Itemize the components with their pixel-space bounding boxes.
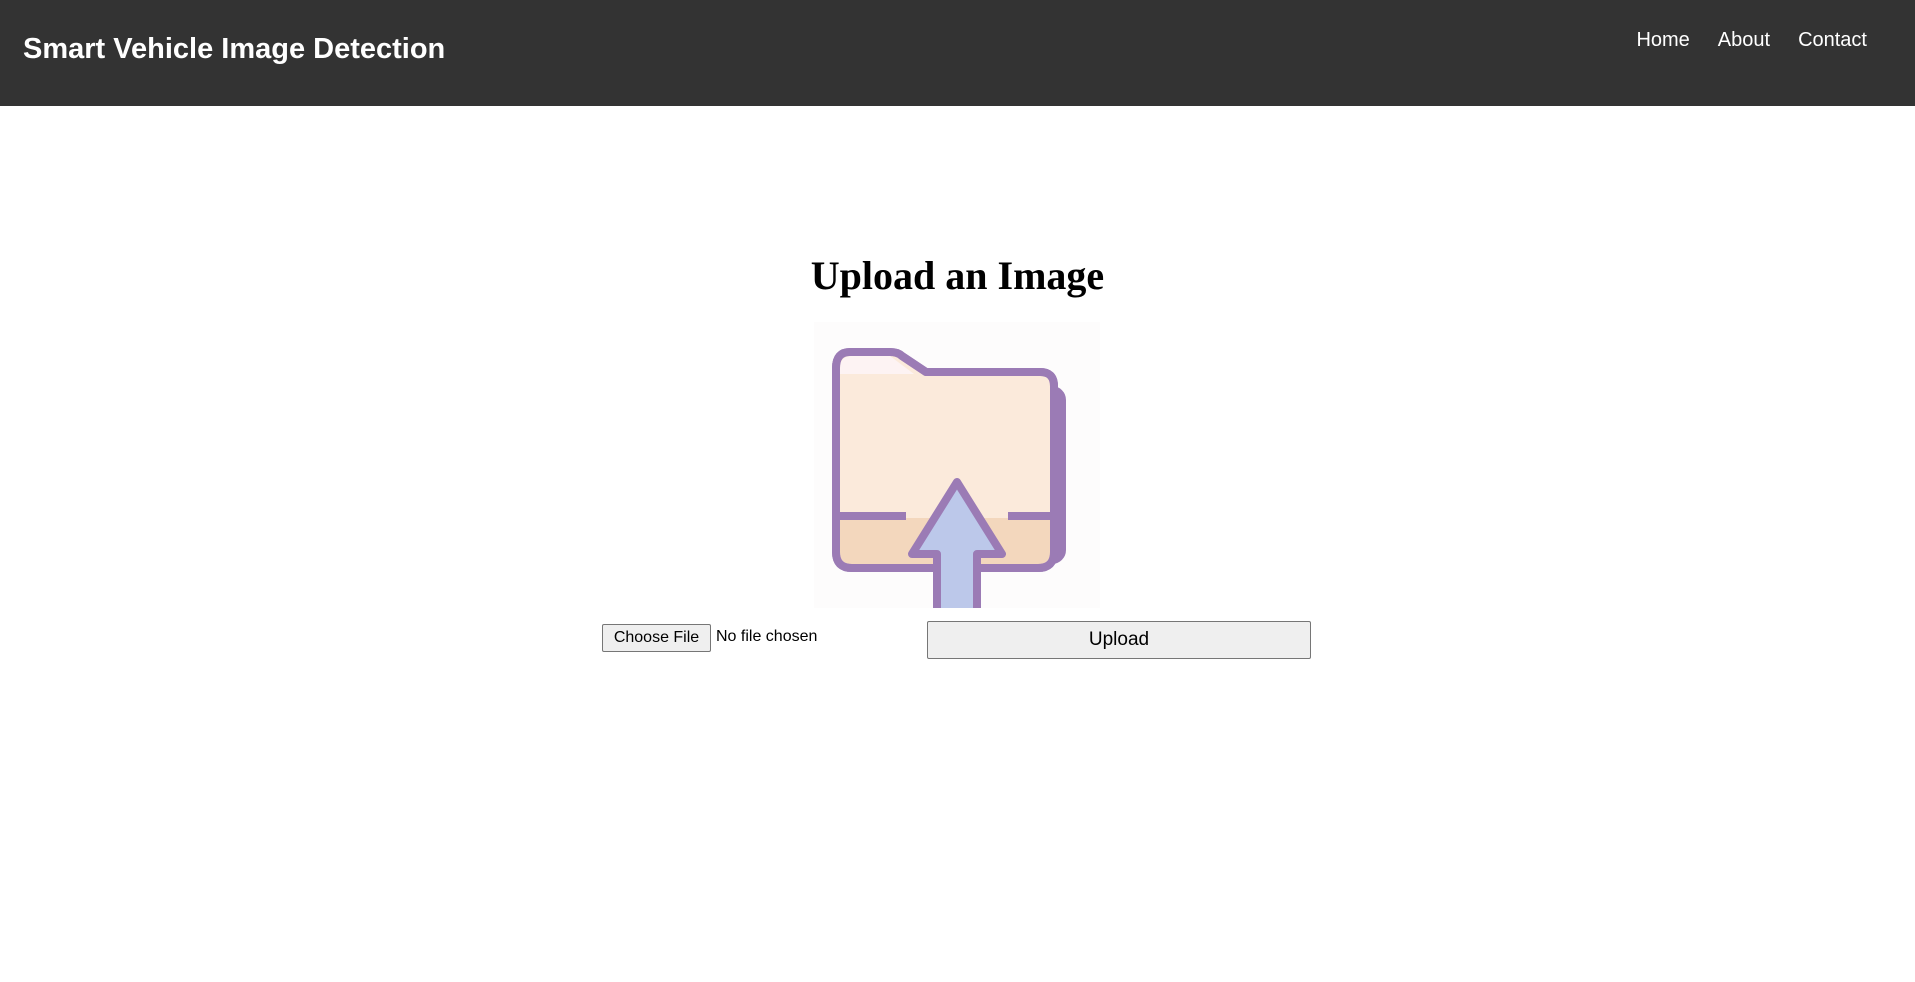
folder-upload-icon <box>814 322 1100 608</box>
nav-link-about[interactable]: About <box>1716 29 1772 52</box>
file-status-text: No file chosen <box>716 628 818 645</box>
main-nav: Home About Contact <box>1634 29 1869 52</box>
top-navbar: Smart Vehicle Image Detection Home About… <box>0 0 1915 106</box>
nav-link-contact[interactable]: Contact <box>1796 29 1869 52</box>
choose-file-button[interactable]: Choose File <box>602 624 711 652</box>
page-title: Upload an Image <box>810 253 1105 298</box>
upload-button[interactable]: Upload <box>927 621 1311 659</box>
site-brand[interactable]: Smart Vehicle Image Detection <box>23 33 445 66</box>
nav-link-home[interactable]: Home <box>1634 29 1691 52</box>
